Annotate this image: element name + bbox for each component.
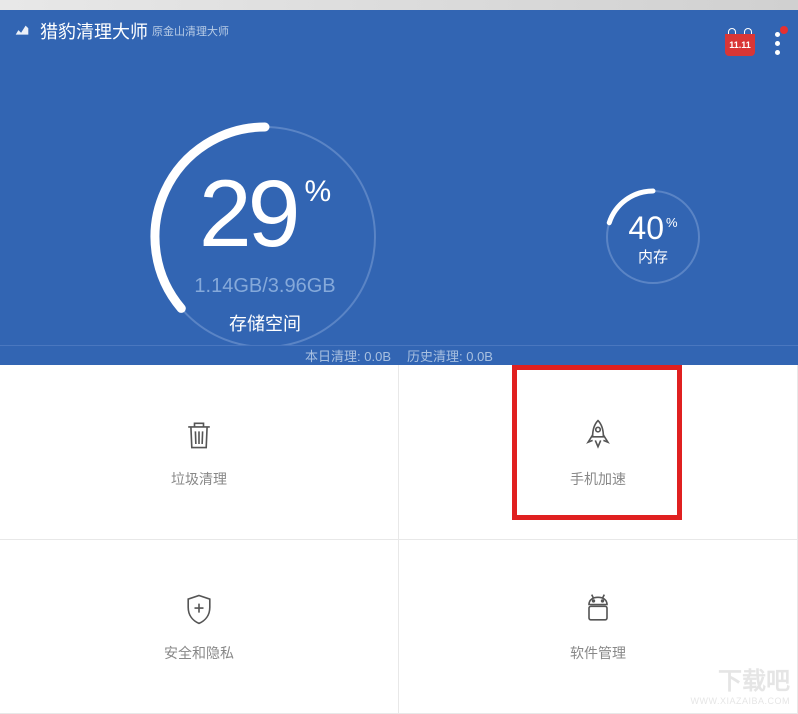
percent-symbol: % — [304, 175, 331, 209]
storage-label: 存储空间 — [229, 310, 301, 336]
gauges: 29 % 1.14GB/3.96GB 存储空间 40 % 内存 — [0, 52, 798, 332]
storage-gauge[interactable]: 29 % 1.14GB/3.96GB 存储空间 — [135, 107, 395, 367]
apps-label: 软件管理 — [570, 643, 626, 663]
app-subtitle: 原金山清理大师 — [152, 23, 229, 39]
storage-percent: 29 % — [199, 167, 331, 262]
watermark-url: WWW.XIAZAIBA.COM — [691, 696, 791, 706]
memory-percent: 40 % — [628, 212, 677, 244]
storage-percent-value: 29 — [199, 167, 297, 262]
trash-label: 垃圾清理 — [171, 469, 227, 489]
today-cleaned: 本日清理: 0.0B — [305, 346, 391, 365]
trash-clean-cell[interactable]: 垃圾清理 — [0, 365, 399, 540]
watermark: 下载吧 WWW.XIAZAIBA.COM — [691, 661, 791, 706]
android-icon — [578, 589, 618, 629]
security-privacy-cell[interactable]: 安全和隐私 — [0, 540, 399, 714]
memory-percent-value: 40 — [628, 212, 664, 244]
app-title: 猎豹清理大师 — [40, 18, 148, 44]
phone-boost-cell[interactable]: 手机加速 — [399, 365, 798, 540]
window-chrome-bar — [0, 0, 798, 10]
shield-icon — [179, 589, 219, 629]
dashboard-top: 猎豹清理大师 原金山清理大师 11.11 29 % — [0, 10, 798, 345]
history-cleaned: 历史清理: 0.0B — [407, 346, 493, 365]
title-bar: 猎豹清理大师 原金山清理大师 — [0, 10, 798, 52]
storage-usage-text: 1.14GB/3.96GB — [194, 275, 335, 298]
rocket-icon — [578, 415, 618, 455]
action-grid: 垃圾清理 手机加速 安全和隐私 — [0, 365, 798, 714]
memory-gauge[interactable]: 40 % 内存 — [598, 182, 708, 292]
security-label: 安全和隐私 — [164, 643, 234, 663]
notification-badge — [780, 26, 788, 34]
app-logo-icon — [12, 21, 32, 41]
watermark-text: 下载吧 — [718, 661, 790, 696]
percent-symbol: % — [666, 215, 678, 230]
boost-label: 手机加速 — [570, 469, 626, 489]
stats-bar: 本日清理: 0.0B 历史清理: 0.0B — [0, 345, 798, 365]
trash-icon — [179, 415, 219, 455]
memory-label: 内存 — [638, 246, 668, 267]
